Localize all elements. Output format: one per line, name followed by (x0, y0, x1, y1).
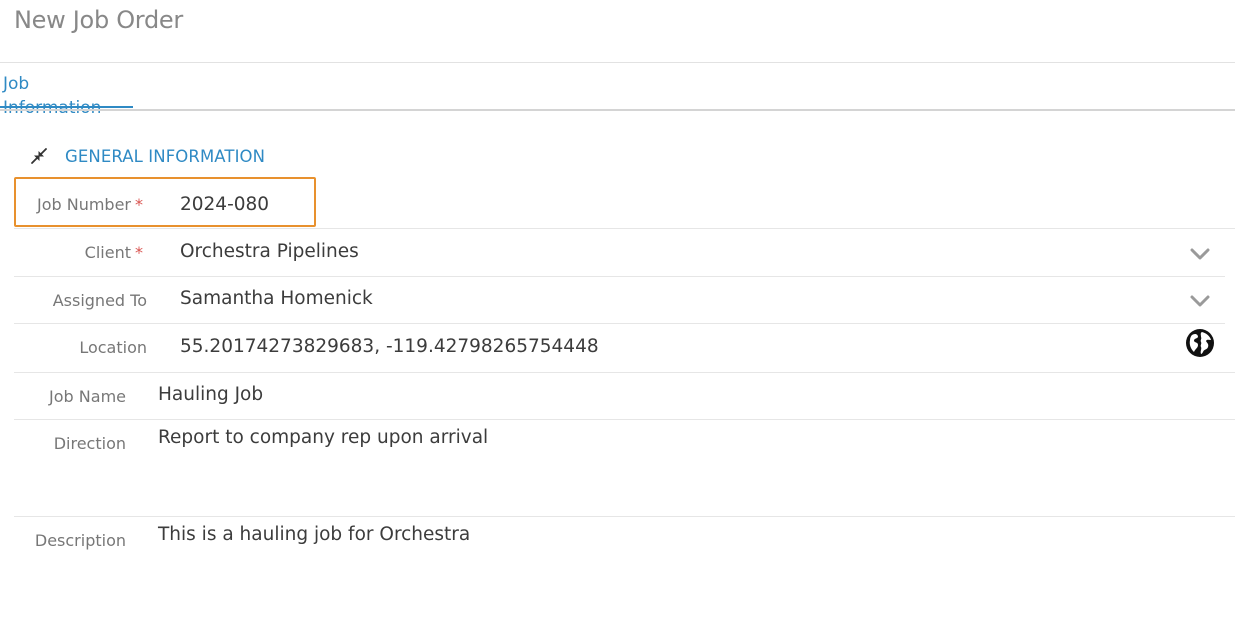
location-label: Location (79, 338, 147, 357)
page-title: New Job Order (14, 6, 183, 34)
job-order-form-page: New Job Order Job Information GENERAL IN… (0, 0, 1235, 641)
description-row: Description This is a hauling job for Or… (14, 516, 1235, 616)
required-marker: * (135, 243, 143, 262)
section-title: GENERAL INFORMATION (65, 146, 266, 166)
job-number-row: Job Number * 2024-080 (14, 180, 1235, 229)
chevron-down-icon[interactable] (1189, 293, 1211, 309)
location-row: Location 55.20174273829683, -119.4279826… (14, 323, 1235, 373)
tab-job-information[interactable]: Job Information (0, 72, 133, 118)
job-number-field[interactable]: 2024-080 (180, 194, 269, 215)
job-number-label: Job Number * (36, 195, 143, 214)
assigned-to-select[interactable]: Samantha Homenick (180, 288, 373, 309)
job-name-row: Job Name Hauling Job (14, 372, 1235, 420)
direction-textarea[interactable]: Report to company rep upon arrival (158, 427, 488, 448)
required-marker: * (135, 195, 143, 214)
job-name-label: Job Name (49, 387, 126, 406)
header-divider (0, 62, 1235, 63)
client-label: Client * (84, 243, 143, 262)
tabs-divider (0, 109, 1235, 111)
description-textarea[interactable]: This is a hauling job for Orchestra (158, 524, 470, 545)
collapse-arrows-icon[interactable] (30, 147, 48, 165)
client-select[interactable]: Orchestra Pipelines (180, 241, 359, 262)
globe-icon[interactable] (1185, 328, 1215, 358)
direction-row: Direction Report to company rep upon arr… (14, 419, 1235, 517)
assigned-to-label: Assigned To (52, 291, 147, 310)
description-label: Description (34, 531, 126, 550)
job-name-field[interactable]: Hauling Job (158, 384, 263, 405)
assigned-to-row[interactable]: Assigned To Samantha Homenick (14, 276, 1225, 324)
chevron-down-icon[interactable] (1189, 246, 1211, 262)
section-header-general-information[interactable]: GENERAL INFORMATION (30, 143, 265, 169)
client-row[interactable]: Client * Orchestra Pipelines (14, 228, 1225, 277)
direction-label: Direction (53, 434, 126, 453)
location-field[interactable]: 55.20174273829683, -119.42798265754448 (180, 336, 599, 357)
